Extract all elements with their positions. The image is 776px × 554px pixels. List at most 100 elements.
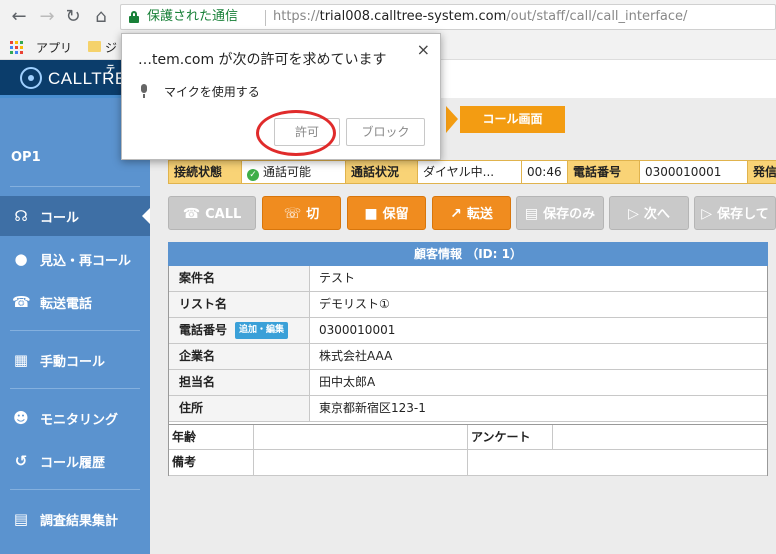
table-row: 住所 東京都新宿区123-1: [169, 396, 767, 422]
status-row: 接続状態 ✓ 通話可能 通話状況 ダイヤル中... 00:46 電話番号 0300…: [168, 160, 776, 184]
next-icon: ▷: [701, 206, 713, 222]
notes-value[interactable]: [254, 450, 468, 475]
apps-bookmark-label[interactable]: アプリ: [36, 39, 72, 56]
sidebar-item-call-history[interactable]: ↺ コール履歴: [0, 441, 150, 481]
flow-arrow: [446, 106, 458, 133]
popup-request-text: マイクを使用する: [164, 85, 260, 99]
secure-label: 保護された通信: [147, 9, 239, 24]
phone-label: 電話番号: [567, 161, 639, 183]
sidebar-item-label: コール履歴: [40, 456, 106, 471]
folder-bookmark-label[interactable]: ジ: [105, 39, 117, 56]
sidebar-item-label: モニタリング: [40, 413, 119, 428]
keypad-icon: ▦: [13, 351, 29, 369]
transfer-button[interactable]: ↗ 転送: [432, 196, 511, 230]
caller-label: 発信: [747, 161, 776, 183]
row-key: 担当名: [169, 370, 310, 395]
apps-grid-icon[interactable]: [10, 41, 23, 54]
row-key: 電話番号 追加・編集: [169, 318, 310, 343]
sidebar-item-label: 手動コール: [40, 355, 106, 370]
sidebar-divider: [10, 489, 140, 490]
hold-icon: ■: [364, 206, 378, 222]
table-row: 備考: [169, 450, 767, 476]
row-key: 案件名: [169, 266, 310, 291]
transfer-phone-icon: ☎: [12, 293, 31, 311]
address-separator: [265, 10, 266, 26]
lock-icon: [129, 11, 139, 23]
microphone-icon: [140, 84, 148, 98]
sidebar-item-label: 調査結果集計: [40, 514, 119, 529]
reload-icon[interactable]: ↻: [62, 6, 84, 28]
call-timer: 00:46: [521, 161, 567, 183]
row-value: 東京都新宿区123-1: [319, 401, 426, 415]
sidebar-item-label: コール: [40, 211, 80, 226]
table-row: リスト名 デモリスト①: [169, 292, 767, 318]
notes-label: 備考: [169, 450, 254, 475]
table-row: 年齢 アンケート: [169, 424, 767, 450]
monitoring-icon: ☻: [13, 409, 29, 427]
recall-icon: ●: [14, 250, 28, 268]
customer-info-title: 顧客情報 （ID: 1）: [168, 242, 768, 266]
operator-label: OP1: [11, 150, 41, 165]
calltree-logo-icon: [20, 67, 42, 89]
block-button[interactable]: ブロック: [346, 118, 425, 146]
sidebar: OP1 ☊ コール ● 見込・再コール ☎ 転送電話 ▦ 手動コール ☻ モニタ…: [0, 98, 150, 554]
next-button[interactable]: ▷ 次へ: [609, 196, 689, 230]
sidebar-item-monitoring[interactable]: ☻ モニタリング: [0, 398, 150, 438]
table-row: 電話番号 追加・編集 0300010001: [169, 318, 767, 344]
row-value: 株式会社AAA: [319, 349, 393, 363]
row-key: 住所: [169, 396, 310, 421]
survey-label: アンケート: [468, 425, 553, 450]
call-status-label: 通話状況: [345, 161, 417, 183]
clipboard-icon: ▤: [13, 510, 29, 528]
age-value[interactable]: [254, 425, 468, 450]
table-row: 企業名 株式会社AAA: [169, 344, 767, 370]
row-key: リスト名: [169, 292, 310, 317]
folder-icon[interactable]: [88, 41, 101, 52]
headset-icon: ☊: [14, 207, 28, 225]
phone-value: 0300010001: [639, 161, 747, 183]
url-text: https://trial008.calltree-system.com/out…: [273, 9, 688, 24]
popup-title: …tem.com が次の許可を求めています: [138, 52, 387, 68]
address-bar[interactable]: 保護された通信 https://trial008.calltree-system…: [120, 4, 776, 30]
save-only-button[interactable]: ▤ 保存のみ: [516, 196, 604, 230]
transfer-arrow-icon: ↗: [450, 206, 462, 222]
sidebar-divider: [10, 186, 140, 187]
browser-toolbar: ← → ↻ ⌂ 保護された通信 https://trial008.calltre…: [0, 0, 776, 34]
sidebar-item-label: 転送電話: [40, 297, 93, 312]
conn-status-value: ✓ 通話可能: [241, 161, 345, 183]
phone-icon: ☎: [182, 206, 201, 222]
sidebar-divider: [10, 330, 140, 331]
sidebar-item-transfer-phone[interactable]: ☎ 転送電話: [0, 282, 150, 322]
sidebar-item-call[interactable]: ☊ コール: [0, 196, 150, 236]
age-label: 年齢: [169, 425, 254, 450]
sidebar-divider: [10, 388, 140, 389]
check-circle-icon: ✓: [247, 169, 259, 181]
hangup-button[interactable]: ☏ 切: [262, 196, 341, 230]
save-icon: ▤: [524, 206, 539, 222]
row-value: テスト: [319, 271, 356, 285]
row-value: 田中太郎A: [319, 375, 376, 389]
close-icon[interactable]: ×: [417, 40, 430, 59]
row-value: デモリスト①: [319, 297, 390, 311]
row-value: 0300010001: [319, 323, 396, 337]
back-arrow-icon[interactable]: ←: [8, 6, 30, 28]
logo-small-text: テ: [106, 65, 116, 75]
next-icon: ▷: [628, 206, 639, 222]
table-row: 担当名 田中太郎A: [169, 370, 767, 396]
forward-arrow-icon[interactable]: →: [36, 6, 58, 28]
sidebar-item-survey-results[interactable]: ▤ 調査結果集計: [0, 499, 150, 539]
hold-button[interactable]: ■ 保留: [347, 196, 426, 230]
table-row: 案件名 テスト: [169, 266, 767, 292]
home-icon[interactable]: ⌂: [90, 6, 112, 28]
call-button[interactable]: ☎ CALL: [168, 196, 256, 230]
flow-step-call-screen: コール画面: [460, 106, 565, 133]
call-status-value: ダイヤル中...: [417, 161, 521, 183]
history-icon: ↺: [14, 452, 28, 470]
customer-info-table: 案件名 テスト リスト名 デモリスト① 電話番号 追加・編集 0300010001…: [168, 266, 768, 476]
sidebar-item-recall[interactable]: ● 見込・再コール: [0, 239, 150, 279]
save-and-next-button[interactable]: ▷ 保存して: [694, 196, 776, 230]
survey-value[interactable]: [553, 425, 767, 450]
hangup-icon: ☏: [283, 206, 302, 222]
sidebar-item-manual-call[interactable]: ▦ 手動コール: [0, 340, 150, 380]
add-edit-button[interactable]: 追加・編集: [235, 322, 289, 339]
